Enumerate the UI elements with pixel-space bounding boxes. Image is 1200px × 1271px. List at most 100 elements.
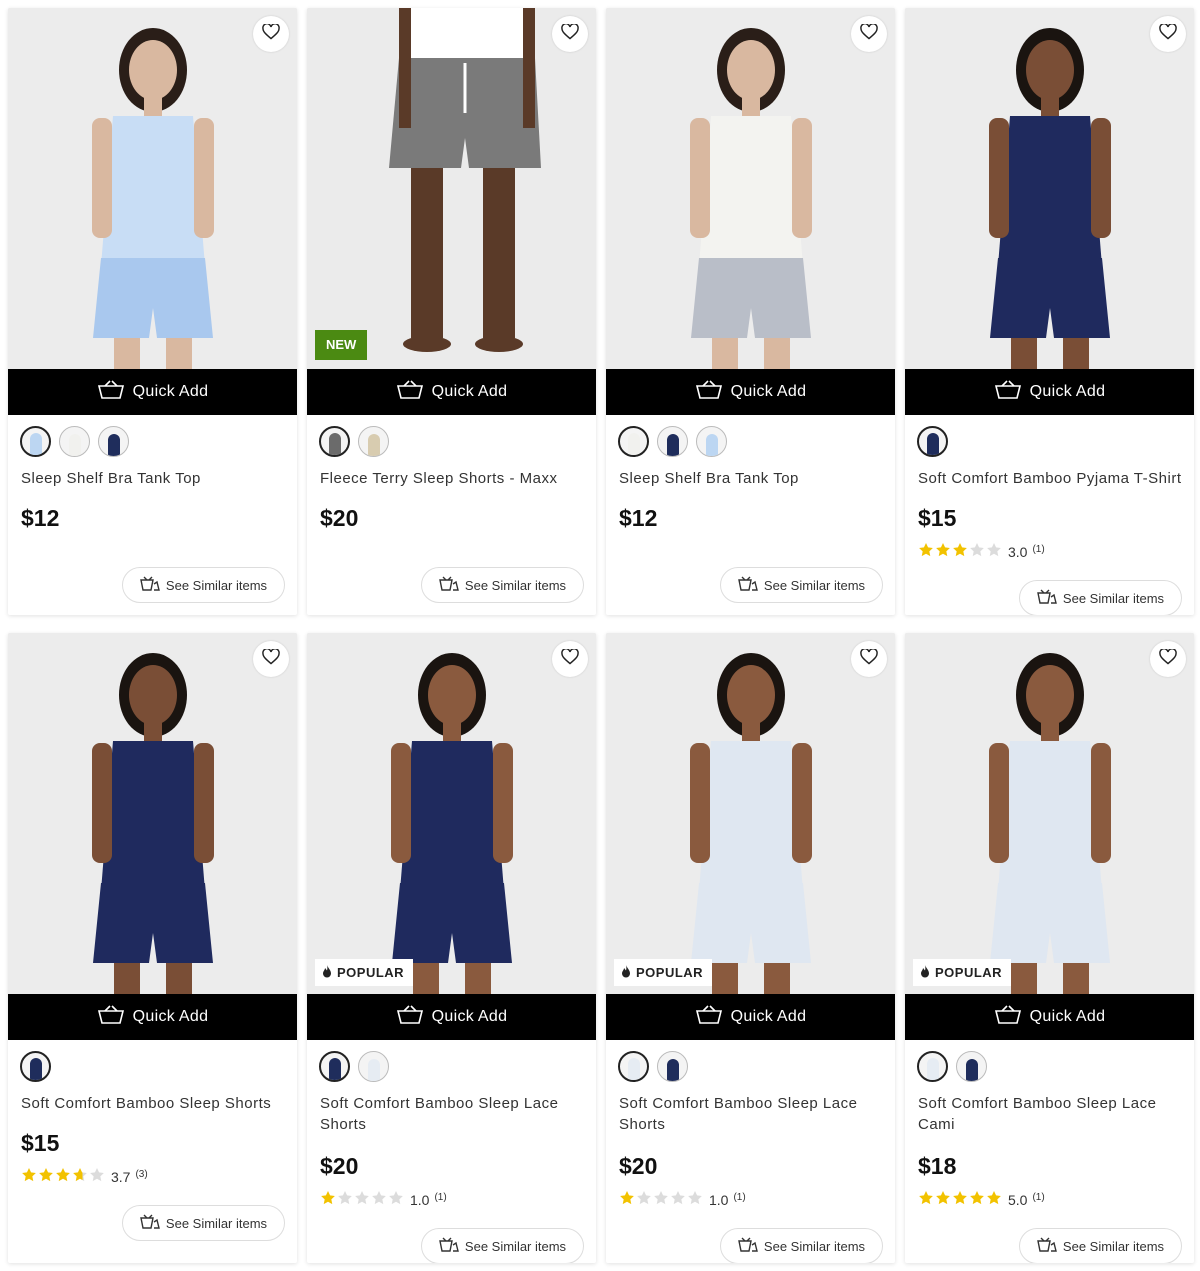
color-swatch[interactable] [358,1051,389,1082]
product-rating[interactable]: 1.0 (1) [320,1190,447,1209]
quick-add-label: Quick Add [132,383,209,400]
product-name[interactable]: Sleep Shelf Bra Tank Top [619,468,884,489]
see-similar-label: See Similar items [165,577,268,593]
wishlist-button[interactable] [851,641,887,677]
product-price: $15 [918,505,957,531]
product-rating[interactable]: 3.7 (3) [21,1167,148,1186]
flame-icon [322,964,332,981]
product-name[interactable]: Soft Comfort Bamboo Sleep Lace Shorts [619,1093,884,1135]
color-swatch[interactable] [319,1051,350,1082]
quick-add-button[interactable]: Quick Add [606,994,895,1040]
see-similar-button[interactable]: See Similar items [720,567,883,603]
product-card[interactable]: POPULAR Quick Add Soft Comfort Bamboo Slee… [905,633,1194,1263]
product-price: $20 [320,1153,359,1179]
color-swatch[interactable] [618,1051,649,1082]
wishlist-button[interactable] [552,16,588,52]
color-swatches [20,1051,51,1082]
product-photo[interactable] [8,633,297,994]
quick-add-button[interactable]: Quick Add [905,994,1194,1040]
wishlist-button[interactable] [552,641,588,677]
quick-add-button[interactable]: Quick Add [8,369,297,415]
color-swatch[interactable] [20,426,51,457]
see-similar-label: See Similar items [1062,590,1165,606]
wishlist-button[interactable] [851,16,887,52]
product-name[interactable]: Soft Comfort Bamboo Sleep Lace Cami [918,1093,1183,1135]
product-card[interactable]: Quick Add Soft Comfort Bamboo Pyjama T-Sh… [905,8,1194,615]
wishlist-button[interactable] [253,16,289,52]
product-card[interactable]: Quick Add Sleep Shelf Bra Tank Top $12 See … [606,8,895,615]
similar-items-icon [140,1214,160,1233]
product-price: $20 [320,505,359,531]
quick-add-button[interactable]: Quick Add [905,369,1194,415]
rating-stars [619,1190,703,1209]
quick-add-label: Quick Add [132,1008,209,1025]
review-count: (1) [733,1192,746,1203]
product-photo[interactable] [606,633,895,994]
star-icon [636,1190,652,1209]
review-count: (3) [135,1169,148,1180]
color-swatch[interactable] [657,426,688,457]
review-count: (1) [1032,544,1045,555]
product-photo[interactable] [606,8,895,369]
product-name[interactable]: Soft Comfort Bamboo Pyjama T-Shirt [918,468,1183,489]
see-similar-button[interactable]: See Similar items [720,1228,883,1263]
product-photo[interactable] [905,8,1194,369]
color-swatch[interactable] [696,426,727,457]
color-swatches [20,426,129,457]
color-swatch[interactable] [618,426,649,457]
popular-badge: POPULAR [913,959,1012,986]
quick-add-button[interactable]: Quick Add [307,994,596,1040]
color-swatch[interactable] [917,426,948,457]
color-swatch[interactable] [59,426,90,457]
color-swatch[interactable] [917,1051,948,1082]
product-name[interactable]: Sleep Shelf Bra Tank Top [21,468,286,489]
see-similar-button[interactable]: See Similar items [421,1228,584,1263]
product-name[interactable]: Fleece Terry Sleep Shorts - Maxx [320,468,585,489]
product-photo[interactable] [8,8,297,369]
product-rating[interactable]: 3.0 (1) [918,542,1045,561]
similar-items-icon [738,576,758,595]
quick-add-button[interactable]: Quick Add [8,994,297,1040]
color-swatch[interactable] [358,426,389,457]
color-swatch[interactable] [20,1051,51,1082]
color-swatch[interactable] [98,426,129,457]
product-rating[interactable]: 1.0 (1) [619,1190,746,1209]
product-price: $12 [619,505,658,531]
wishlist-button[interactable] [1150,16,1186,52]
product-rating[interactable]: 5.0 (1) [918,1190,1045,1209]
color-swatches [319,1051,389,1082]
basket-icon [97,1004,125,1030]
star-icon [687,1190,703,1209]
wishlist-button[interactable] [1150,641,1186,677]
product-image [8,633,297,994]
quick-add-button[interactable]: Quick Add [307,369,596,415]
product-name[interactable]: Soft Comfort Bamboo Sleep Lace Shorts [320,1093,585,1135]
see-similar-button[interactable]: See Similar items [122,567,285,603]
see-similar-label: See Similar items [763,577,866,593]
quick-add-label: Quick Add [431,383,508,400]
see-similar-button[interactable]: See Similar items [421,567,584,603]
color-swatch[interactable] [319,426,350,457]
wishlist-button[interactable] [253,641,289,677]
star-icon [38,1167,54,1186]
similar-items-icon [140,576,160,595]
quick-add-button[interactable]: Quick Add [606,369,895,415]
product-photo[interactable] [905,633,1194,994]
see-similar-label: See Similar items [165,1215,268,1231]
see-similar-button[interactable]: See Similar items [1019,580,1182,615]
product-card[interactable]: NEW Quick Add Fleece Terry Sleep Shorts - … [307,8,596,615]
product-card[interactable]: Quick Add Soft Comfort Bamboo Sleep Short… [8,633,297,1263]
color-swatch[interactable] [657,1051,688,1082]
product-photo[interactable] [307,8,596,369]
see-similar-button[interactable]: See Similar items [122,1205,285,1241]
similar-items-icon [1037,589,1057,608]
product-card[interactable]: Quick Add Sleep Shelf Bra Tank Top $12 See … [8,8,297,615]
product-name[interactable]: Soft Comfort Bamboo Sleep Shorts [21,1093,286,1114]
color-swatch[interactable] [956,1051,987,1082]
see-similar-button[interactable]: See Similar items [1019,1228,1182,1263]
star-icon [935,542,951,561]
similar-items-icon [439,576,459,595]
product-card[interactable]: POPULAR Quick Add Soft Comfort Bamboo Slee… [606,633,895,1263]
product-photo[interactable] [307,633,596,994]
product-card[interactable]: POPULAR Quick Add Soft Comfort Bamboo Slee… [307,633,596,1263]
